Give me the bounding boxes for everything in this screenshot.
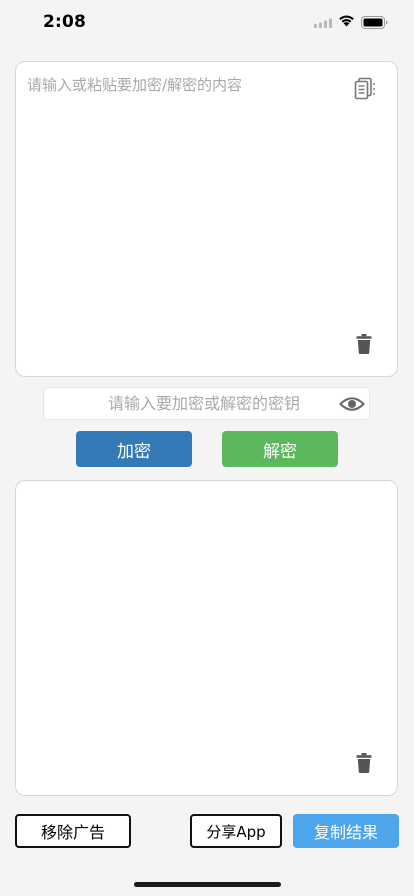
output-panel <box>15 480 398 796</box>
battery-icon <box>361 16 388 29</box>
result-output[interactable] <box>16 481 397 795</box>
clear-input-trash-icon[interactable] <box>356 334 372 354</box>
key-input[interactable] <box>44 388 334 419</box>
decrypt-button[interactable]: 解密 <box>222 431 338 467</box>
home-indicator[interactable] <box>134 882 281 887</box>
input-panel <box>15 61 398 377</box>
wifi-icon <box>339 15 354 27</box>
copy-result-button[interactable]: 复制结果 <box>293 814 399 848</box>
status-time: 2:08 <box>43 12 87 32</box>
encrypt-button[interactable]: 加密 <box>76 431 192 467</box>
share-app-button[interactable]: 分享App <box>190 814 282 848</box>
clipboard-icon[interactable] <box>352 75 378 101</box>
remove-ads-button[interactable]: 移除广告 <box>15 814 131 848</box>
signal-icon <box>314 18 332 28</box>
status-bar: 2:08 <box>0 0 414 48</box>
clear-output-trash-icon[interactable] <box>356 753 372 773</box>
plaintext-input[interactable] <box>16 62 397 376</box>
eye-icon[interactable] <box>339 394 365 414</box>
key-field <box>43 387 370 420</box>
